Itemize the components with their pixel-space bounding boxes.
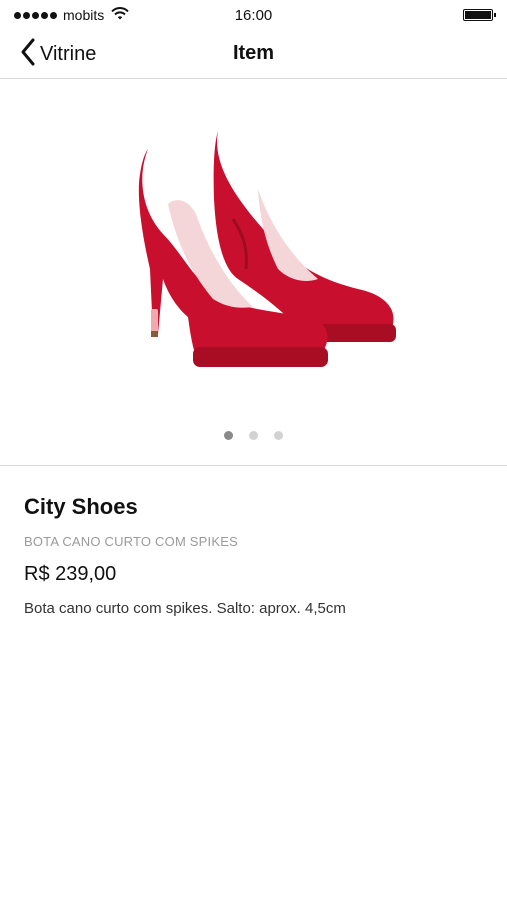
navigation-bar: Vitrine Item [0,30,507,79]
page-dot-3[interactable] [274,431,283,440]
page-dot-2[interactable] [249,431,258,440]
product-image [138,131,396,367]
image-carousel[interactable] [0,79,507,465]
divider [0,465,507,466]
product-detail-screen: mobits 16:00 Vitrine Item City Shoes BOT… [0,0,507,900]
product-price: R$ 239,00 [24,563,117,585]
product-subtitle: BOTA CANO CURTO COM SPIKES [24,534,238,549]
status-time: 16:00 [234,7,273,24]
battery-icon [463,9,496,21]
page-indicator[interactable] [0,431,507,440]
product-brand: City Shoes [24,494,138,519]
status-bar: mobits 16:00 [0,0,507,30]
product-details: City Shoes BOTA CANO CURTO COM SPIKES R$… [24,494,483,617]
page-title: Item [232,42,275,64]
page-dot-1[interactable] [224,431,233,440]
product-description: Bota cano curto com spikes. Salto: aprox… [24,600,346,617]
